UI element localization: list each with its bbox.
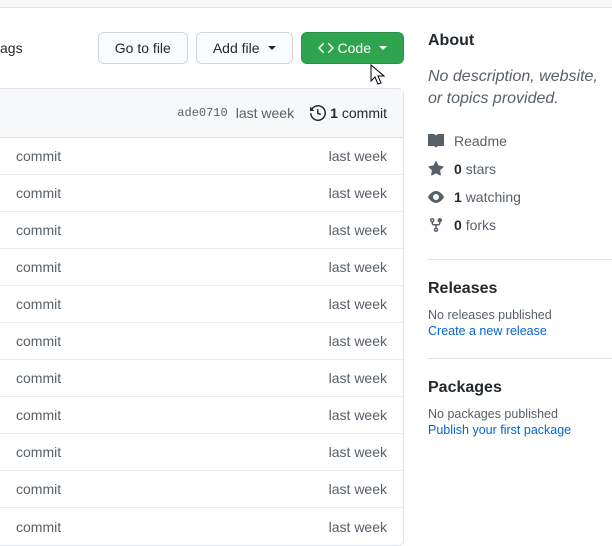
file-commit-msg: commit [16,185,61,201]
watching-link[interactable]: 1 watching [428,183,612,211]
file-row[interactable]: commit last week [0,434,403,471]
commit-header: ade0710 last week 1 commit [0,89,403,138]
file-commit-msg: commit [16,444,61,460]
chevron-down-icon [379,46,387,50]
packages-text: No packages published [428,407,612,421]
file-commit-msg: commit [16,296,61,312]
code-icon [318,40,334,56]
file-date: last week [329,185,387,201]
about-description: No description, website, or topics provi… [428,66,612,111]
readme-link[interactable]: Readme [428,127,612,155]
file-row[interactable]: commit last week [0,397,403,434]
eye-icon [428,189,444,205]
commits-link[interactable]: 1 commit [310,105,387,121]
file-date: last week [329,148,387,164]
file-commit-msg: commit [16,333,61,349]
file-commit-msg: commit [16,370,61,386]
stars-count: 0 [454,161,462,177]
commit-hash[interactable]: ade0710 [177,106,227,120]
file-commit-msg: commit [16,259,61,275]
file-row[interactable]: commit last week [0,138,403,175]
forks-link[interactable]: 0 forks [428,211,612,239]
file-row[interactable]: commit last week [0,323,403,360]
file-commit-msg: commit [16,222,61,238]
file-commit-msg: commit [16,481,61,497]
code-label: Code [338,40,371,56]
tags-label: ags [0,40,90,56]
watching-count: 1 [454,189,462,205]
file-date: last week [329,407,387,423]
create-release-link[interactable]: Create a new release [428,324,612,338]
readme-label: Readme [454,133,507,149]
file-date: last week [329,481,387,497]
commit-count: 1 [330,105,338,121]
forks-label: forks [466,217,496,233]
releases-title: Releases [428,280,612,298]
book-icon [428,133,444,149]
commit-date: last week [236,105,294,121]
file-commit-msg: commit [16,519,61,535]
file-commit-msg: commit [16,148,61,164]
file-row[interactable]: commit last week [0,249,403,286]
file-list: ade0710 last week 1 commit commit last we… [0,88,404,546]
packages-title: Packages [428,379,612,397]
file-row[interactable]: commit last week [0,471,403,508]
file-row[interactable]: commit last week [0,508,403,545]
go-to-file-button[interactable]: Go to file [98,32,188,64]
code-button[interactable]: Code [301,32,404,64]
file-row[interactable]: commit last week [0,212,403,249]
star-icon [428,161,444,177]
forks-count: 0 [454,217,462,233]
chevron-down-icon [268,46,276,50]
file-row[interactable]: commit last week [0,286,403,323]
file-commit-msg: commit [16,407,61,423]
fork-icon [428,217,444,233]
file-date: last week [329,370,387,386]
publish-package-link[interactable]: Publish your first package [428,423,612,437]
stars-label: stars [466,161,496,177]
add-file-button[interactable]: Add file [196,32,293,64]
file-row[interactable]: commit last week [0,360,403,397]
commit-label: commit [342,105,387,121]
file-date: last week [329,222,387,238]
history-icon [310,105,326,121]
watching-label: watching [466,189,521,205]
stars-link[interactable]: 0 stars [428,155,612,183]
about-title: About [428,32,612,50]
file-row[interactable]: commit last week [0,175,403,212]
releases-text: No releases published [428,308,612,322]
file-date: last week [329,333,387,349]
file-date: last week [329,519,387,535]
file-date: last week [329,296,387,312]
file-date: last week [329,444,387,460]
file-date: last week [329,259,387,275]
add-file-label: Add file [213,40,260,56]
